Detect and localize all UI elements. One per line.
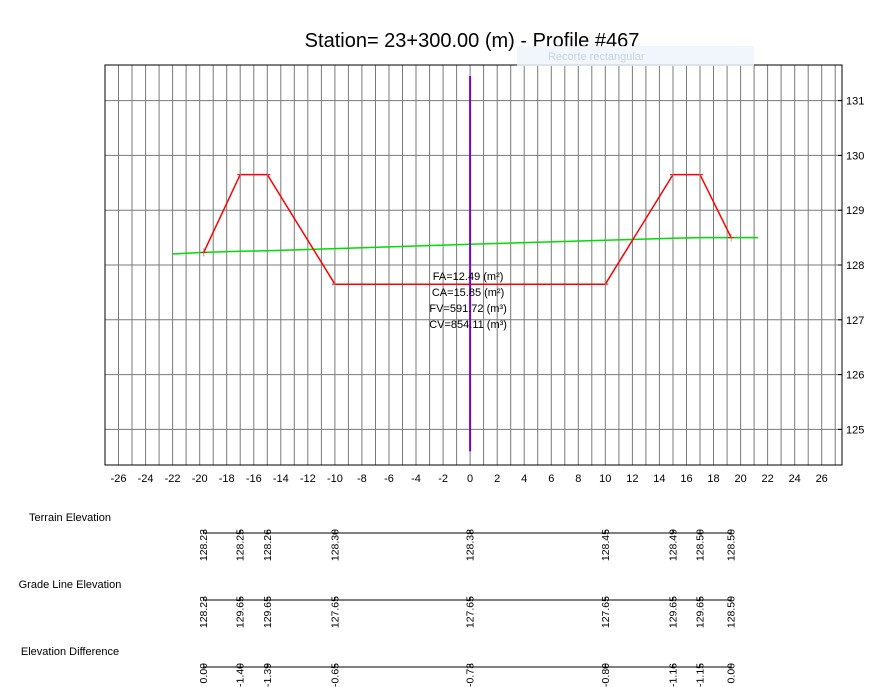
x-tick-label: 18 <box>707 473 719 485</box>
x-tick-label: 12 <box>626 473 638 485</box>
series-line <box>203 173 732 285</box>
x-tick-label: -8 <box>357 473 367 485</box>
x-tick-label: 20 <box>734 473 746 485</box>
band-value: 128.50 <box>695 529 707 561</box>
band-value: -1.16 <box>668 663 680 687</box>
y-tick-label: 128 <box>846 260 864 272</box>
x-tick-label: 4 <box>521 473 527 485</box>
band-value: -1.39 <box>262 663 274 687</box>
band-value: 127.65 <box>465 596 477 628</box>
x-tick-label: -22 <box>165 473 181 485</box>
x-tick-label: -20 <box>192 473 208 485</box>
x-tick-label: 8 <box>575 473 581 485</box>
x-tick-label: 16 <box>680 473 692 485</box>
band-value: -0.73 <box>465 663 477 687</box>
y-tick-label: 129 <box>846 205 864 217</box>
annotation-label: CA=15.85 (m²) <box>432 287 504 299</box>
annotation-label: FA=12.49 (m²) <box>433 271 504 283</box>
band-value: -1.40 <box>235 663 247 687</box>
x-tick-label: 22 <box>761 473 773 485</box>
x-tick-label: -16 <box>246 473 262 485</box>
band-value: 128.23 <box>198 596 210 628</box>
x-tick-label: -10 <box>327 473 343 485</box>
band-value: 128.26 <box>262 529 274 561</box>
x-tick-label: 6 <box>548 473 554 485</box>
x-tick-label: -24 <box>138 473 154 485</box>
annotation-label: FV=591.72 (m³) <box>429 303 506 315</box>
x-tick-label: -2 <box>438 473 448 485</box>
band-value: 127.65 <box>600 596 612 628</box>
x-tick-label: -4 <box>411 473 421 485</box>
band-label: Terrain Elevation <box>29 512 111 524</box>
x-tick-label: 2 <box>494 473 500 485</box>
x-tick-label: -18 <box>219 473 235 485</box>
band-label: Grade Line Elevation <box>19 579 122 591</box>
band-value: 0.00 <box>726 663 738 684</box>
profile-chart: Station= 23+300.00 (m) - Profile #467 -2… <box>19 30 865 687</box>
band-value: -0.80 <box>600 663 612 687</box>
band-value: 128.23 <box>198 529 210 561</box>
band-value: 128.45 <box>600 529 612 561</box>
x-tick-label: 14 <box>653 473 665 485</box>
band-value: -1.15 <box>695 663 707 687</box>
band-value: 128.49 <box>668 529 680 561</box>
band-value: 129.65 <box>262 596 274 628</box>
band-value: 129.65 <box>668 596 680 628</box>
x-tick-label: -14 <box>273 473 289 485</box>
band-value: 128.38 <box>465 529 477 561</box>
series-line <box>172 236 759 255</box>
band-value: 128.50 <box>726 596 738 628</box>
x-tick-label: 0 <box>467 473 473 485</box>
y-tick-label: 125 <box>846 424 864 436</box>
y-tick-label: 131 <box>846 96 864 108</box>
band-value: 128.30 <box>329 529 341 561</box>
y-tick-label: 130 <box>846 150 864 162</box>
band-value: 128.25 <box>235 529 247 561</box>
area-volume-annotations: FA=12.49 (m²) CA=15.85 (m²) FV=591.72 (m³)… <box>429 271 507 331</box>
x-tick-label: -6 <box>384 473 394 485</box>
overlay-label: Recorte rectangular <box>548 51 645 63</box>
x-tick-label: 26 <box>816 473 828 485</box>
x-tick-label: -12 <box>300 473 316 485</box>
y-tick-label: 127 <box>846 315 864 327</box>
band-value: 127.65 <box>329 596 341 628</box>
band-value: 0.00 <box>198 663 210 684</box>
x-tick-label: 24 <box>789 473 801 485</box>
band-value: 128.50 <box>726 529 738 561</box>
data-bands: Terrain Elevation 128.23 128.25 128.26 128.3… <box>19 512 738 687</box>
y-tick-label: 126 <box>846 370 864 382</box>
band-value: 129.65 <box>695 596 707 628</box>
series-lines <box>172 76 759 452</box>
annotation-label: CV=854.11 (m³) <box>429 319 507 331</box>
x-tick-label: 10 <box>599 473 611 485</box>
band-value: 129.65 <box>235 596 247 628</box>
band-value: -0.65 <box>329 663 341 687</box>
band-label: Elevation Difference <box>21 646 119 658</box>
grid-lines <box>105 65 842 465</box>
x-tick-label: -26 <box>111 473 127 485</box>
